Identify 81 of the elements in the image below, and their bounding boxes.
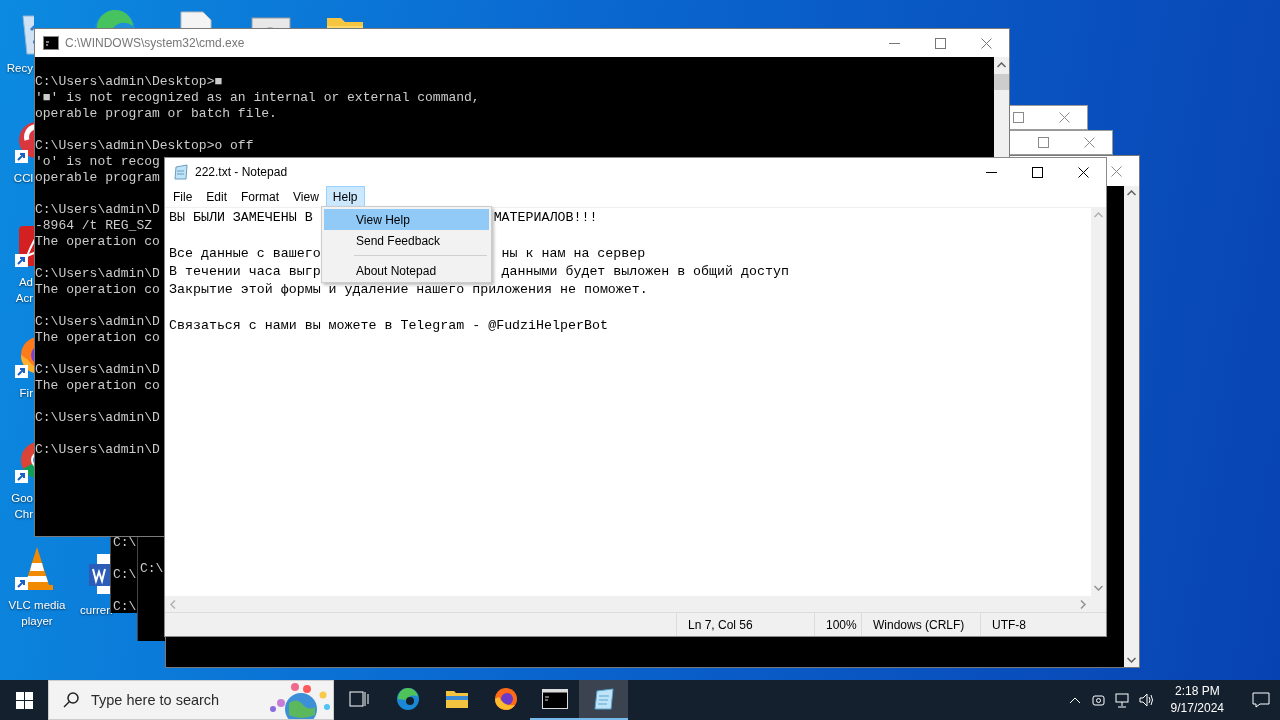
document-text: Все данные с вашего (169, 247, 321, 261)
notification-icon[interactable] (1252, 692, 1270, 708)
scrollbar[interactable] (1091, 208, 1106, 596)
console-line: C:\ (113, 535, 138, 551)
console-line: C:\Users\admin\Desktop>o off (35, 138, 254, 154)
icon-label: CCl (13, 171, 33, 186)
window-title: 222.txt - Notepad (195, 165, 289, 179)
icon-label: VLC media (8, 598, 66, 613)
scrollbar[interactable] (994, 57, 1009, 157)
console-line: operable program or batch file. (35, 106, 277, 122)
icon-label: Ad (18, 275, 33, 290)
terminal-icon (541, 689, 568, 709)
document-text: Связаться с нами вы можете в Telegram - @FudziHelperBot (169, 319, 608, 333)
console-line: C:\Users\admin\D (35, 410, 160, 426)
clock-time: 2:18 PM (1174, 683, 1220, 700)
console-line: The operation co (35, 282, 160, 298)
clock[interactable]: 2:18 PM 9/17/2024 (1162, 683, 1232, 717)
console-line: C:\Users\admin\D (35, 266, 160, 282)
console-line: The operation co (35, 330, 160, 346)
document-text: МАТЕРИАЛОВ!!! (493, 211, 598, 225)
folder-icon (444, 689, 469, 709)
terminal-icon (43, 36, 59, 50)
status-text: UTF-8 (980, 613, 1106, 636)
search-input[interactable]: Type here to search (89, 691, 251, 709)
console-line: -8964 /t REG_SZ (35, 218, 153, 234)
windows-logo-icon (15, 691, 33, 709)
volume-icon[interactable] (1138, 693, 1155, 707)
icon-label: Acr (15, 291, 33, 306)
search-field[interactable]: Type here to search (48, 680, 334, 720)
menu-item[interactable]: About Notepad (324, 260, 489, 281)
browser-icon (493, 687, 518, 711)
menu-item[interactable]: Format (234, 186, 287, 207)
icon-label: Goo (11, 491, 33, 506)
menu-item[interactable]: Send Feedback (324, 230, 489, 251)
icon-label: Fir (19, 386, 33, 401)
scrollbar-thumb[interactable] (994, 74, 1009, 90)
console-line: The operation co (35, 378, 160, 394)
document-text: Закрытие этой формы и удаление нашего приложения не поможет. (169, 283, 648, 297)
document-text: ны к нам на сервер (501, 247, 646, 261)
status-text: 100% (814, 613, 861, 636)
console-line: C:\Users\admin\D (35, 314, 160, 330)
menu-item[interactable]: Edit (199, 186, 235, 207)
icon-label: curren (80, 603, 113, 618)
window-title: C:\WINDOWS\system32\cmd.exe (65, 36, 246, 50)
console-line: 'o' is not recog (35, 154, 160, 170)
icon-label: player (21, 614, 53, 629)
icon-label: Chr (14, 507, 33, 522)
chevron-up-icon[interactable] (1068, 696, 1081, 704)
network-icon[interactable] (1114, 692, 1131, 708)
task-view-icon (348, 690, 369, 708)
browser-icon (395, 687, 420, 711)
console-line: C:\ (113, 567, 138, 583)
notepad-icon (173, 164, 189, 180)
console-line: C:\Users\admin\D (35, 442, 160, 458)
console-line: C:\ (113, 599, 138, 613)
console-line: The operation co (35, 234, 160, 250)
search-icon (63, 692, 79, 708)
console-line: C:\Users\admin\D (35, 362, 160, 378)
maximize-icon[interactable] (1031, 166, 1043, 178)
menu-item[interactable]: View Help (324, 209, 489, 230)
menu-item[interactable]: File (166, 186, 200, 207)
document-text: данными будет выложен в общий доступ (501, 265, 789, 279)
console-line: C:\Users\admin\D (35, 202, 160, 218)
menu-item[interactable]: Help (325, 186, 365, 207)
scrollbar[interactable] (165, 596, 1106, 612)
taskbar-button[interactable] (579, 680, 628, 720)
close-icon[interactable] (1077, 166, 1089, 178)
camera-icon[interactable] (1091, 692, 1107, 708)
document-text: ВЫ БЫЛИ ЗАМЕЧЕНЫ В (169, 211, 313, 225)
console-line: '■' is not recognized as an internal or external command, (35, 90, 480, 106)
scrollbar[interactable] (1124, 186, 1139, 667)
status-text: Windows (CRLF) (861, 613, 980, 636)
document-text: В течении часа выгр (169, 265, 321, 279)
menu-item[interactable]: View (286, 186, 326, 207)
clock-date: 9/17/2024 (1170, 700, 1224, 717)
notepad-icon (591, 687, 616, 711)
status-text: Ln 7, Col 56 (676, 613, 814, 636)
console-line: C:\Users\admin\Desktop>■ (35, 74, 223, 90)
icon-label: Recy (6, 61, 33, 76)
console-line: operable program (35, 170, 160, 186)
console-line: C:\ (140, 561, 165, 577)
